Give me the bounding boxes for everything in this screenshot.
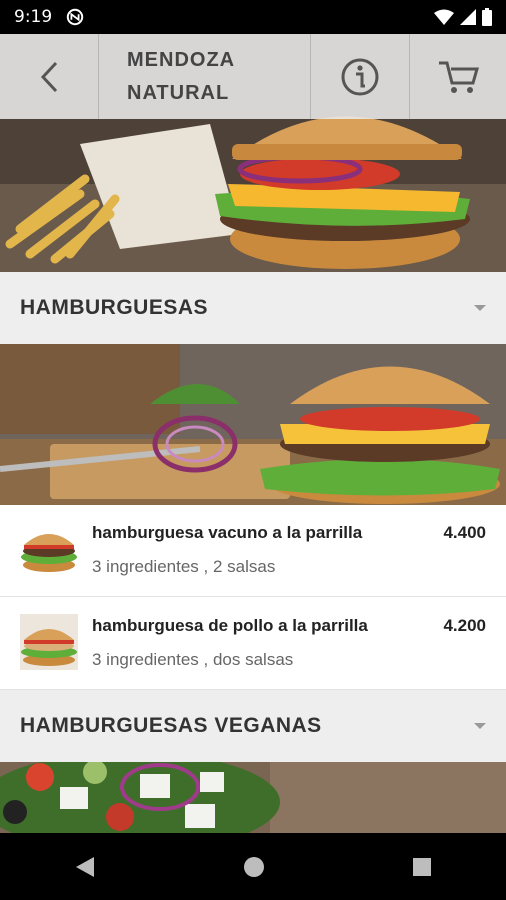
category-banner-image — [0, 762, 506, 833]
nav-back-icon[interactable] — [74, 855, 96, 879]
category-banner-image — [0, 344, 506, 505]
app-toolbar: MENDOZA NATURAL — [0, 34, 506, 119]
nfc-icon — [66, 8, 84, 26]
signal-icon — [460, 9, 476, 25]
chevron-down-icon — [474, 305, 486, 311]
system-nav-bar — [0, 833, 506, 900]
category-header-hamburguesas-veganas[interactable]: HAMBURGUESAS VEGANAS — [0, 690, 506, 762]
status-time: 9:19 — [14, 7, 53, 27]
product-description: 3 ingredientes , 2 salsas — [92, 557, 276, 576]
battery-icon — [482, 8, 492, 26]
category-header-hamburguesas[interactable]: HAMBURGUESAS — [0, 272, 506, 344]
category-name: HAMBURGUESAS VEGANAS — [20, 714, 322, 737]
product-thumbnail — [21, 534, 77, 572]
product-row[interactable]: hamburguesa de pollo a la parrilla 3 ing… — [0, 598, 506, 690]
cart-button[interactable] — [410, 34, 506, 119]
info-icon — [341, 58, 379, 95]
product-name: hamburguesa de pollo a la parrilla — [92, 616, 368, 635]
chevron-down-icon — [474, 723, 486, 729]
chevron-left-icon — [40, 61, 58, 92]
product-name: hamburguesa vacuno a la parrilla — [92, 523, 363, 542]
product-description: 3 ingredientes , dos salsas — [92, 650, 294, 669]
product-row[interactable]: hamburguesa vacuno a la parrilla 3 ingre… — [0, 505, 506, 597]
nav-home-icon[interactable] — [243, 856, 265, 878]
info-button[interactable] — [311, 34, 410, 119]
store-title: MENDOZA NATURAL — [127, 48, 236, 104]
back-button[interactable] — [0, 34, 99, 119]
wifi-icon — [434, 9, 454, 25]
nav-recents-icon[interactable] — [412, 857, 432, 877]
cart-icon — [439, 61, 479, 93]
store-title-cell: MENDOZA NATURAL — [99, 34, 311, 119]
status-bar: 9:19 — [0, 0, 506, 34]
product-thumbnail — [20, 614, 78, 670]
product-price: 4.400 — [443, 523, 486, 542]
category-name: HAMBURGUESAS — [20, 296, 209, 319]
product-price: 4.200 — [443, 616, 486, 635]
